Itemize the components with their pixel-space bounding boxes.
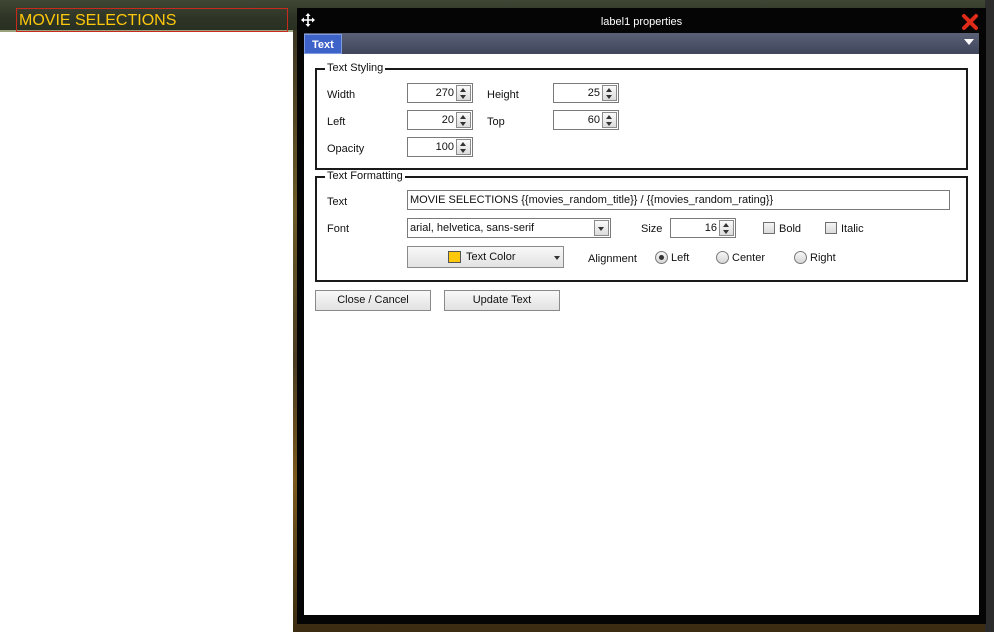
font-label: Font <box>327 223 350 235</box>
width-spin-arrows[interactable] <box>456 85 471 101</box>
text-label: Text <box>327 196 348 208</box>
left-stepper[interactable]: 20 <box>407 110 473 130</box>
italic-checkbox[interactable] <box>825 222 837 234</box>
spin-up-icon[interactable] <box>723 223 729 227</box>
align-right-label: Right <box>810 252 836 264</box>
top-spin-arrows[interactable] <box>602 112 617 128</box>
height-spin-arrows[interactable] <box>602 85 617 101</box>
left-label: Left <box>327 116 346 128</box>
opacity-value: 100 <box>435 141 454 153</box>
size-label: Size <box>641 223 663 235</box>
spin-down-icon[interactable] <box>460 149 466 153</box>
canvas-label1[interactable]: MOVIE SELECTIONS <box>16 8 288 32</box>
font-select[interactable]: arial, helvetica, sans-serif <box>407 218 611 238</box>
height-label: Height <box>487 89 519 101</box>
text-input[interactable]: MOVIE SELECTIONS {{movies_random_title}}… <box>407 190 950 210</box>
text-color-button[interactable]: Text Color <box>407 246 564 268</box>
text-color-label: Text Color <box>466 251 516 263</box>
text-styling-legend: Text Styling <box>325 62 386 74</box>
align-left-label: Left <box>671 252 690 264</box>
close-cancel-button[interactable]: Close / Cancel <box>315 290 431 311</box>
bold-label: Bold <box>779 223 802 235</box>
left-value: 20 <box>441 114 454 126</box>
spin-up-icon[interactable] <box>460 142 466 146</box>
height-value: 25 <box>587 87 600 99</box>
align-center-label: Center <box>732 252 766 264</box>
text-color-swatch <box>448 251 461 263</box>
spin-down-icon[interactable] <box>606 95 612 99</box>
dialog-titlebar[interactable]: label1 properties <box>297 8 986 34</box>
opacity-stepper[interactable]: 100 <box>407 137 473 157</box>
close-icon[interactable] <box>961 13 979 31</box>
opacity-label: Opacity <box>327 143 365 155</box>
dialog-title: label1 properties <box>600 16 683 28</box>
bold-checkbox[interactable] <box>763 222 775 234</box>
spin-up-icon[interactable] <box>606 115 612 119</box>
italic-label: Italic <box>841 223 864 235</box>
width-label: Width <box>327 89 356 101</box>
canvas-edge <box>985 0 994 632</box>
align-left-radio[interactable] <box>655 251 668 264</box>
opacity-spin-arrows[interactable] <box>456 139 471 155</box>
tab-text[interactable]: Text <box>304 34 342 54</box>
tab-menu-chevron-down-icon[interactable] <box>964 39 974 45</box>
text-styling-group: Text Styling Width 270 Height 25 Left 20… <box>315 62 968 170</box>
left-spin-arrows[interactable] <box>456 112 471 128</box>
font-select-value: arial, helvetica, sans-serif <box>410 222 535 234</box>
tab-content-pane: Text Styling Width 270 Height 25 Left 20… <box>304 54 979 615</box>
size-spin-arrows[interactable] <box>719 220 734 236</box>
align-center-radio[interactable] <box>716 251 729 264</box>
alignment-label: Alignment <box>588 253 637 265</box>
spin-down-icon[interactable] <box>606 122 612 126</box>
size-value: 16 <box>704 222 717 234</box>
spin-down-icon[interactable] <box>723 230 729 234</box>
chevron-down-icon <box>554 256 560 260</box>
properties-dialog: label1 properties Text Text Styling Widt… <box>297 8 986 624</box>
width-value: 270 <box>435 87 454 99</box>
top-value: 60 <box>587 114 600 126</box>
top-stepper[interactable]: 60 <box>553 110 619 130</box>
spin-up-icon[interactable] <box>460 115 466 119</box>
text-formatting-legend: Text Formatting <box>325 170 405 182</box>
width-stepper[interactable]: 270 <box>407 83 473 103</box>
spin-up-icon[interactable] <box>460 88 466 92</box>
spin-up-icon[interactable] <box>606 88 612 92</box>
spin-down-icon[interactable] <box>460 95 466 99</box>
align-right-radio[interactable] <box>794 251 807 264</box>
height-stepper[interactable]: 25 <box>553 83 619 103</box>
size-stepper[interactable]: 16 <box>670 218 736 238</box>
top-label: Top <box>487 116 505 128</box>
text-formatting-group: Text Formatting Text MOVIE SELECTIONS {{… <box>315 170 968 282</box>
update-text-button[interactable]: Update Text <box>444 290 560 311</box>
chevron-down-icon[interactable] <box>594 220 609 236</box>
spin-down-icon[interactable] <box>460 122 466 126</box>
tab-bar: Text <box>304 33 979 54</box>
